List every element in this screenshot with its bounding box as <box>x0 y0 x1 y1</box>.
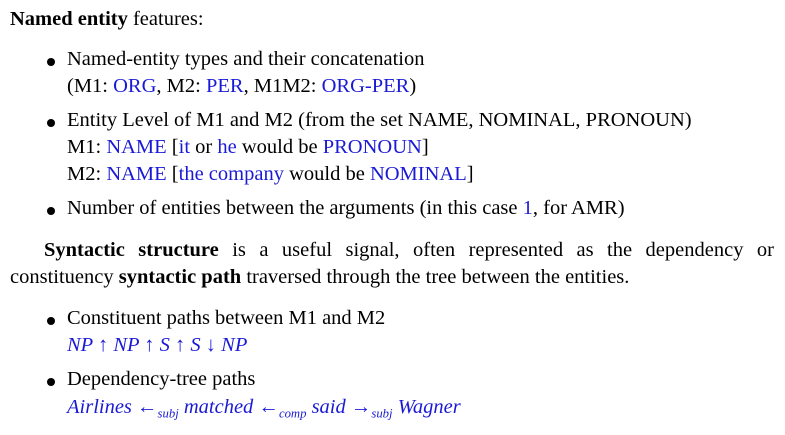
dependency-path: Airlines ←subj matched ←comp said →subj … <box>67 394 461 420</box>
entity-count: 1 <box>522 197 533 219</box>
entity-type-org: ORG <box>113 75 157 97</box>
entity-level: PRONOUN <box>322 136 422 158</box>
ne-item-2-line3: M2: NAME [the company would be NOMINAL] <box>67 161 474 187</box>
text: ] <box>466 163 474 185</box>
right-arrow-icon: → <box>350 396 372 418</box>
path-word: Airlines <box>67 396 132 418</box>
text: traversed through the tree between the e… <box>241 266 630 288</box>
term-syntactic-structure: Syntactic structure <box>44 239 219 261</box>
text: (M1: <box>67 75 114 97</box>
text: M2: <box>67 163 107 185</box>
text: [ <box>166 136 179 158</box>
bullet-dot <box>47 207 55 215</box>
syn-item-1-line1: Constituent paths between M1 and M2 <box>67 307 386 329</box>
heading-rest: features: <box>127 8 204 30</box>
text: , M1M2: <box>243 75 322 97</box>
section-heading: Named entity features: <box>10 6 204 32</box>
entity-level: NOMINAL <box>369 163 467 185</box>
entity-level: NAME <box>106 163 167 185</box>
text: , for AMR) <box>532 197 625 219</box>
heading-bold: Named entity <box>10 8 128 30</box>
constituent-path: NP ↑ NP ↑ S ↑ S ↓ NP <box>67 334 248 356</box>
syn-item-2-line1: Dependency-tree paths <box>67 368 256 390</box>
paragraph-line1: Syntactic structure is a useful signal, … <box>10 237 774 263</box>
entity-type-per: PER <box>205 75 244 97</box>
text: , M2: <box>156 75 206 97</box>
ne-item-2-line1: Entity Level of M1 and M2 (from the set … <box>67 109 692 131</box>
example-word: the company <box>178 163 284 185</box>
entity-type-org-per: ORG-PER <box>321 75 410 97</box>
example-word: it <box>178 136 191 158</box>
relation-label: subj <box>371 406 393 421</box>
relation-label: subj <box>157 406 179 421</box>
relation-label: comp <box>278 406 307 421</box>
ne-item-2-line2: M1: NAME [it or he would be PRONOUN] <box>67 134 429 160</box>
entity-level: NAME <box>106 136 167 158</box>
term-syntactic-path: syntactic path <box>118 266 242 288</box>
left-arrow-icon: ← <box>137 396 158 418</box>
ne-item-3-line1: Number of entities between the arguments… <box>67 195 625 221</box>
ne-item-1-line1: Named-entity types and their concatenati… <box>67 48 425 70</box>
text: [ <box>166 163 179 185</box>
left-arrow-icon: ← <box>258 396 279 418</box>
example-word: he <box>217 136 237 158</box>
bullet-dot <box>47 119 55 127</box>
paragraph-line2: constituency syntactic path traversed th… <box>10 264 629 290</box>
text: would be <box>283 163 370 185</box>
text: Number of entities between the arguments… <box>67 197 523 219</box>
bullet-dot <box>47 378 55 386</box>
path-word: said <box>311 396 346 418</box>
text: ] <box>421 136 429 158</box>
text: would be <box>236 136 323 158</box>
path-word: matched <box>183 396 254 418</box>
text: M1: <box>67 136 107 158</box>
text: ) <box>409 75 417 97</box>
bullet-dot <box>47 317 55 325</box>
bullet-dot <box>47 58 55 66</box>
text: constituency <box>10 266 119 288</box>
path-word: Wagner <box>397 396 461 418</box>
ne-item-1-line2: (M1: ORG, M2: PER, M1M2: ORG-PER) <box>67 73 416 99</box>
text: or <box>190 136 218 158</box>
text: is a useful signal, often represented as… <box>218 239 774 261</box>
